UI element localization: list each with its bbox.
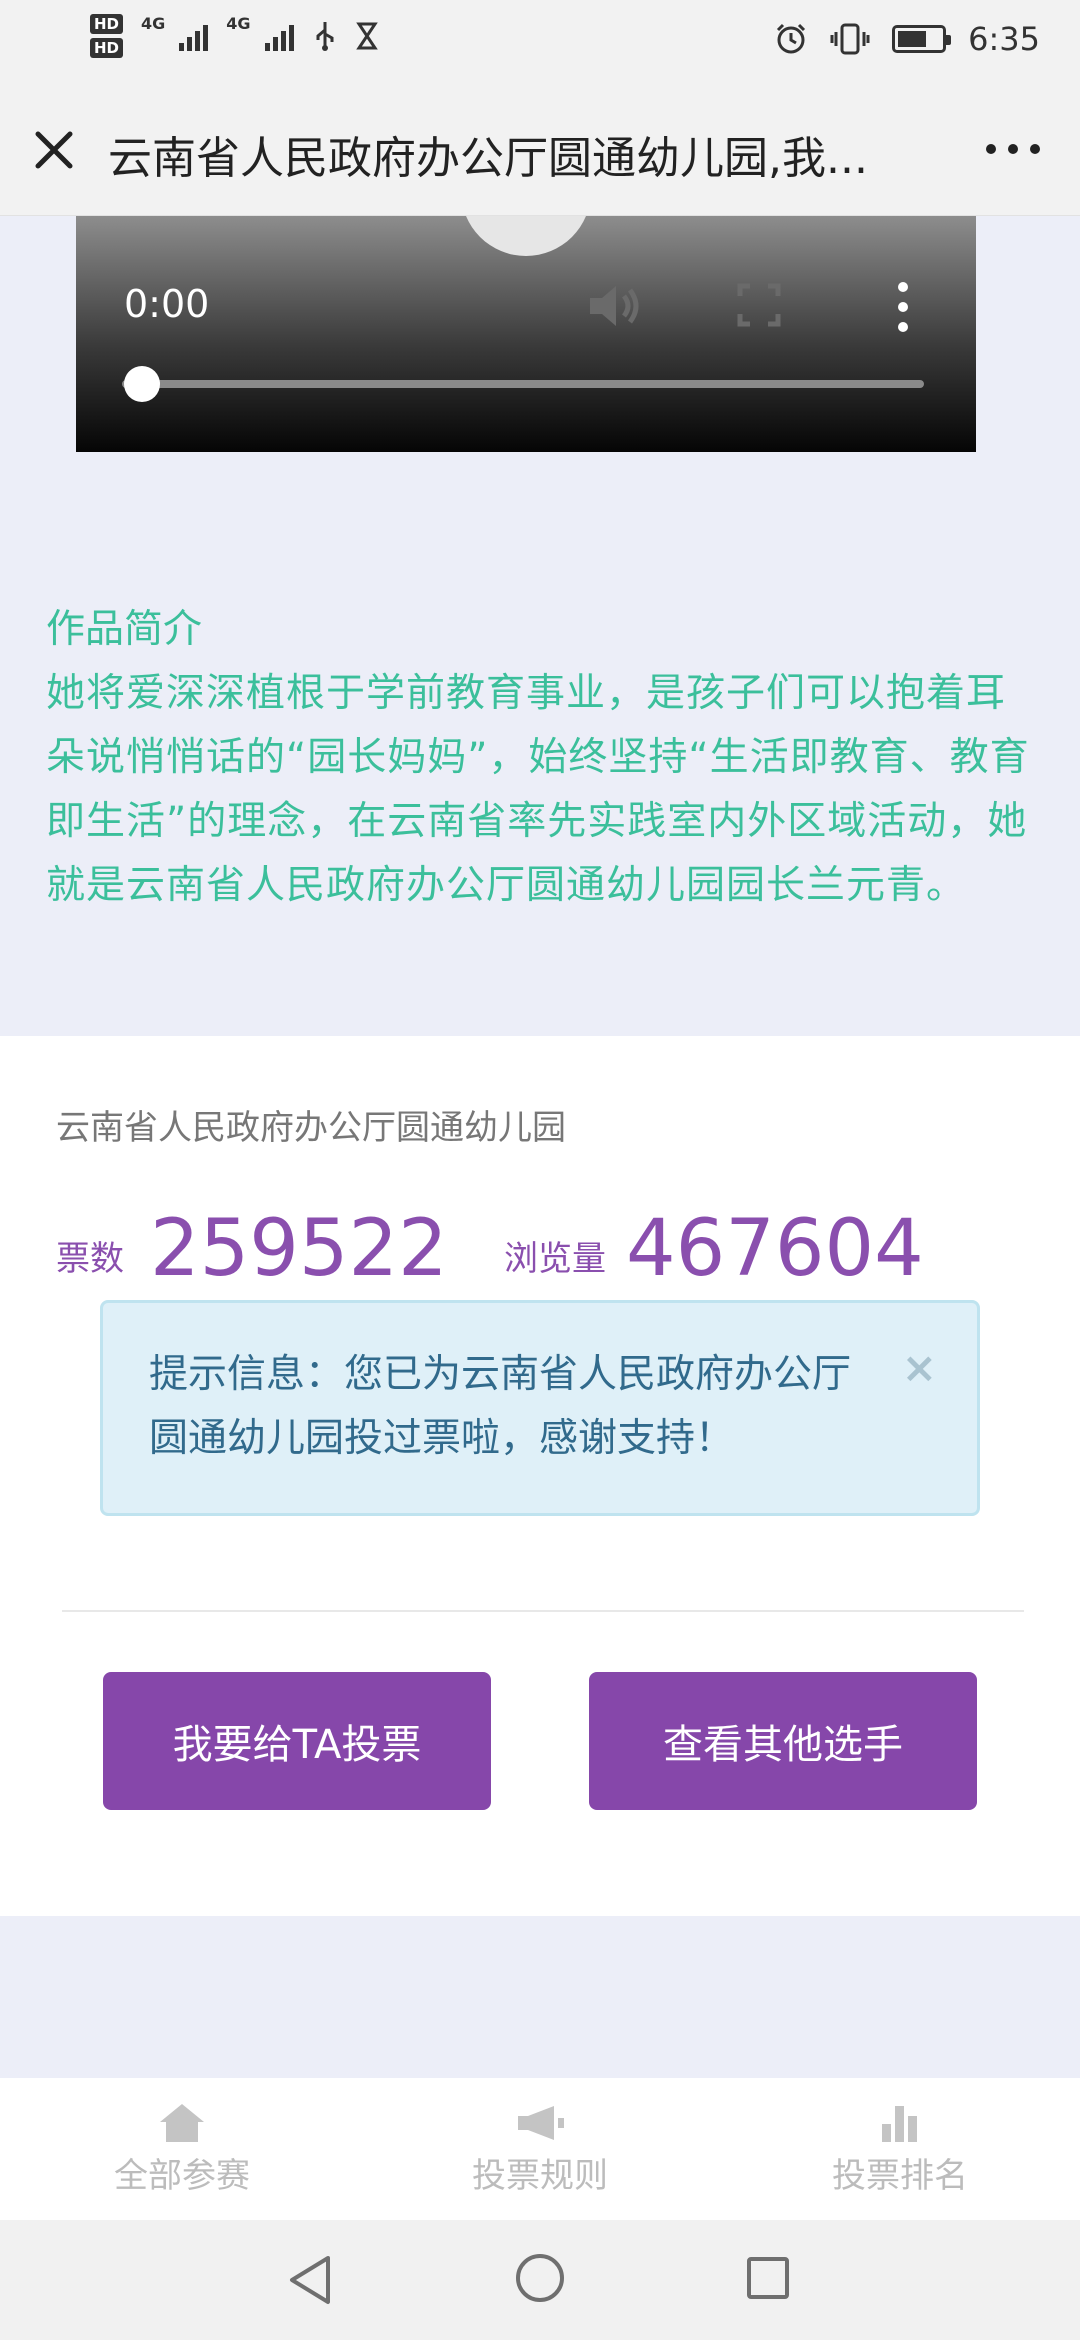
signal-strength-1-icon	[179, 21, 209, 51]
volume-icon[interactable]	[584, 278, 644, 334]
tab-vote-ranking[interactable]: 投票排名	[780, 2102, 1020, 2197]
usb-icon	[316, 22, 334, 51]
views-label: 浏览量	[504, 1239, 606, 1279]
home-icon	[160, 2104, 204, 2142]
status-bar-left: HD HD 4G 4G	[90, 14, 378, 58]
alarm-icon	[777, 23, 806, 54]
votes-label: 票数	[56, 1239, 124, 1279]
tab-label: 投票规则	[472, 2156, 608, 2196]
bar-chart-icon	[882, 2106, 917, 2142]
tab-all-entries[interactable]: 全部参赛	[62, 2102, 302, 2197]
recent-apps-icon[interactable]	[744, 2254, 792, 2302]
signal-strength-2-icon	[264, 21, 294, 51]
divider	[62, 1610, 1024, 1612]
more-options-icon[interactable]	[986, 144, 1040, 154]
home-nav-icon[interactable]	[514, 2252, 566, 2304]
play-button[interactable]	[461, 216, 591, 256]
alert-close-icon[interactable]: ×	[902, 1343, 937, 1392]
hd1-badge: HD	[90, 14, 124, 34]
network-type-2: 4G	[226, 14, 251, 33]
view-others-button[interactable]: 查看其他选手	[589, 1672, 977, 1810]
tab-vote-rules[interactable]: 投票规则	[420, 2102, 660, 2197]
title-bar: 云南省人民政府办公厅圆通幼儿园,我...	[0, 84, 1080, 216]
bottom-tab-bar: 全部参赛 投票规则 投票排名	[0, 2078, 1080, 2220]
network-type-1: 4G	[141, 14, 166, 33]
close-icon[interactable]	[28, 124, 80, 176]
tab-label: 全部参赛	[114, 2156, 250, 2196]
video-time: 0:00	[124, 282, 210, 326]
system-nav-bar	[0, 2220, 1080, 2340]
video-player[interactable]: 0:00	[76, 216, 976, 452]
fullscreen-icon[interactable]	[736, 282, 782, 328]
intro-heading: 作品简介	[46, 607, 203, 652]
alert-text: 提示信息：您已为云南省人民政府办公厅圆通幼儿园投过票啦，感谢支持！	[149, 1352, 852, 1461]
views-value: 467604	[626, 1204, 924, 1294]
votes-value: 259522	[150, 1204, 448, 1294]
hd2-badge: HD	[90, 38, 124, 58]
back-icon[interactable]	[284, 2252, 336, 2308]
vibrate-icon	[830, 23, 870, 55]
vote-card: 云南省人民政府办公厅圆通幼儿园 票数 259522 浏览量 467604 提示信…	[0, 1036, 1080, 1916]
status-time: 6:35	[968, 20, 1040, 58]
intro-section: 作品简介 她将爱深深植根于学前教育事业，是孩子们可以抱着耳朵说悄悄话的“园长妈妈…	[46, 598, 1036, 918]
video-seek-thumb[interactable]	[124, 366, 160, 402]
vote-button[interactable]: 我要给TA投票	[103, 1672, 491, 1810]
video-more-icon[interactable]	[898, 282, 908, 332]
school-name: 云南省人民政府办公厅圆通幼儿园	[56, 1108, 566, 1148]
status-bar: HD HD 4G 4G 6:35	[0, 0, 1080, 84]
video-seek-bar[interactable]	[122, 380, 924, 388]
megaphone-icon	[518, 2106, 564, 2140]
status-bar-right: 6:35	[774, 20, 1040, 58]
intro-text: 她将爱深深植根于学前教育事业，是孩子们可以抱着耳朵说悄悄话的“园长妈妈”，始终坚…	[46, 671, 1030, 908]
page-title: 云南省人民政府办公厅圆通幼儿园,我...	[108, 133, 868, 184]
tab-label: 投票排名	[832, 2156, 968, 2196]
info-alert: 提示信息：您已为云南省人民政府办公厅圆通幼儿园投过票啦，感谢支持！ ×	[100, 1300, 980, 1516]
hourglass-icon	[355, 22, 378, 50]
battery-icon	[892, 25, 952, 53]
stats-row: 票数 259522 浏览量 467604	[56, 1194, 1056, 1294]
hd-indicator: HD HD	[90, 14, 124, 58]
